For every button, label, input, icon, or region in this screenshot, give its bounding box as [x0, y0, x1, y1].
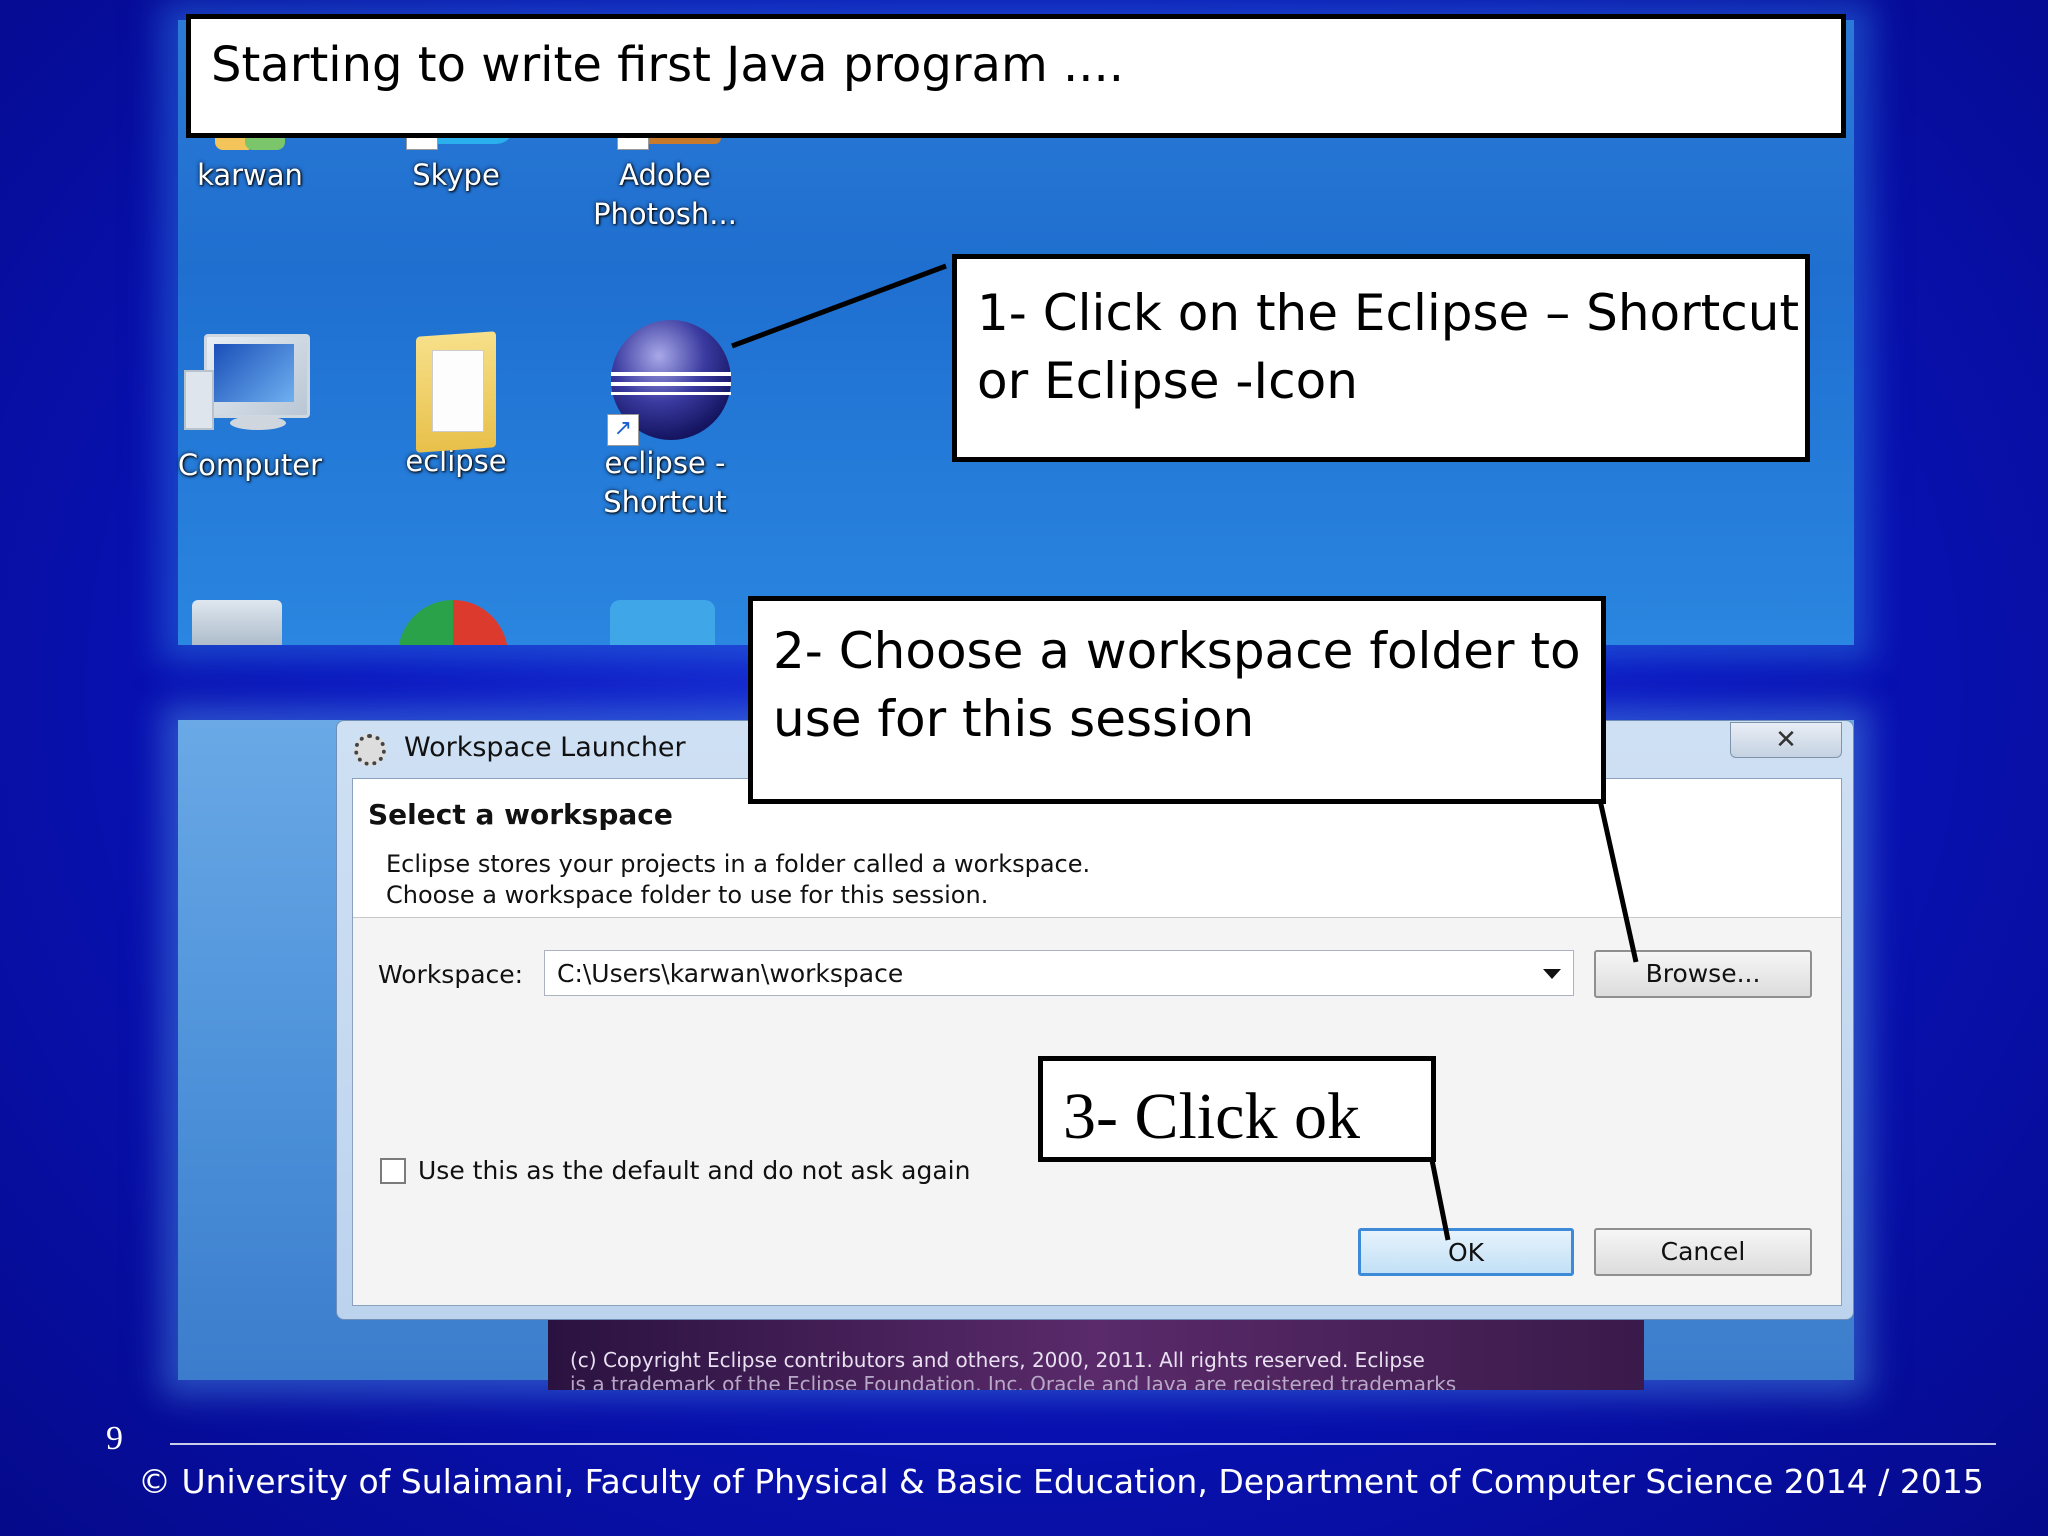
callout-connectors: [731, 263, 1639, 1241]
slide-footer: © University of Sulaimani, Faculty of Ph…: [138, 1462, 1984, 1501]
footer-divider: [170, 1443, 1996, 1445]
page-number: 9: [106, 1420, 123, 1457]
connector-step-1: [731, 263, 947, 349]
connector-step-2: [1597, 799, 1639, 963]
connector-step-3: [1429, 1159, 1451, 1241]
